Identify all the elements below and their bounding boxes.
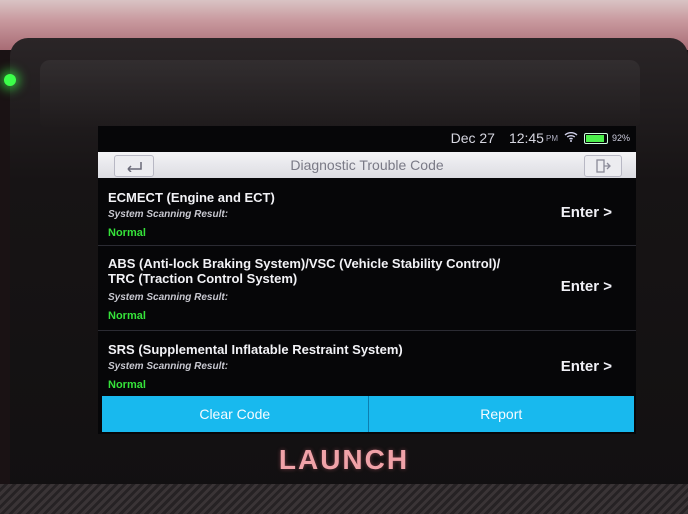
status-time: 12:45: [508, 130, 544, 146]
enter-button[interactable]: Enter >: [561, 358, 612, 375]
system-row-ecmect[interactable]: ECMECT (Engine and ECT) System Scanning …: [98, 182, 636, 246]
status-badge: Normal: [108, 227, 146, 239]
system-row-srs[interactable]: SRS (Supplemental Inflatable Restraint S…: [98, 334, 636, 394]
report-button[interactable]: Report: [369, 396, 635, 432]
status-bar: Dec 27 12:45 PM 92%: [98, 126, 636, 150]
battery-percentage: 92%: [611, 133, 630, 143]
bezel-glare: [40, 60, 640, 130]
device-screen: Dec 27 12:45 PM 92% Diagnostic Trouble C…: [98, 126, 636, 434]
status-badge: Normal: [108, 310, 146, 322]
status-ampm: PM: [545, 133, 558, 143]
enter-button[interactable]: Enter >: [561, 278, 612, 295]
system-row-abs[interactable]: ABS (Anti-lock Braking System)/VSC (Vehi…: [98, 248, 636, 331]
brand-logo: LAUNCH: [278, 444, 410, 475]
power-led-icon: [4, 74, 16, 86]
device-grip: [0, 484, 688, 514]
battery-icon: [583, 132, 608, 144]
wifi-icon: [564, 131, 578, 145]
page-title: Diagnostic Trouble Code: [290, 157, 444, 173]
exit-icon: [596, 159, 611, 173]
system-scan-label: System Scanning Result:: [108, 292, 229, 303]
clear-code-button[interactable]: Clear Code: [102, 396, 368, 432]
system-name: SRS (Supplemental Inflatable Restraint S…: [108, 342, 403, 357]
system-name: ECMECT (Engine and ECT): [108, 190, 275, 205]
system-name: ABS (Anti-lock Braking System)/VSC (Vehi…: [108, 256, 501, 286]
exit-button[interactable]: [584, 155, 622, 177]
system-scan-label: System Scanning Result:: [108, 209, 229, 220]
status-badge: Normal: [108, 379, 146, 391]
row-divider: [98, 245, 636, 246]
action-bar: Clear Code Report: [102, 396, 634, 432]
system-scan-label: System Scanning Result:: [108, 361, 229, 372]
title-bar: Diagnostic Trouble Code: [98, 152, 636, 178]
back-button[interactable]: [114, 155, 154, 177]
back-arrow-icon: [127, 162, 142, 172]
enter-button[interactable]: Enter >: [561, 204, 612, 221]
row-divider: [98, 330, 636, 331]
status-date: Dec 27: [450, 130, 495, 146]
